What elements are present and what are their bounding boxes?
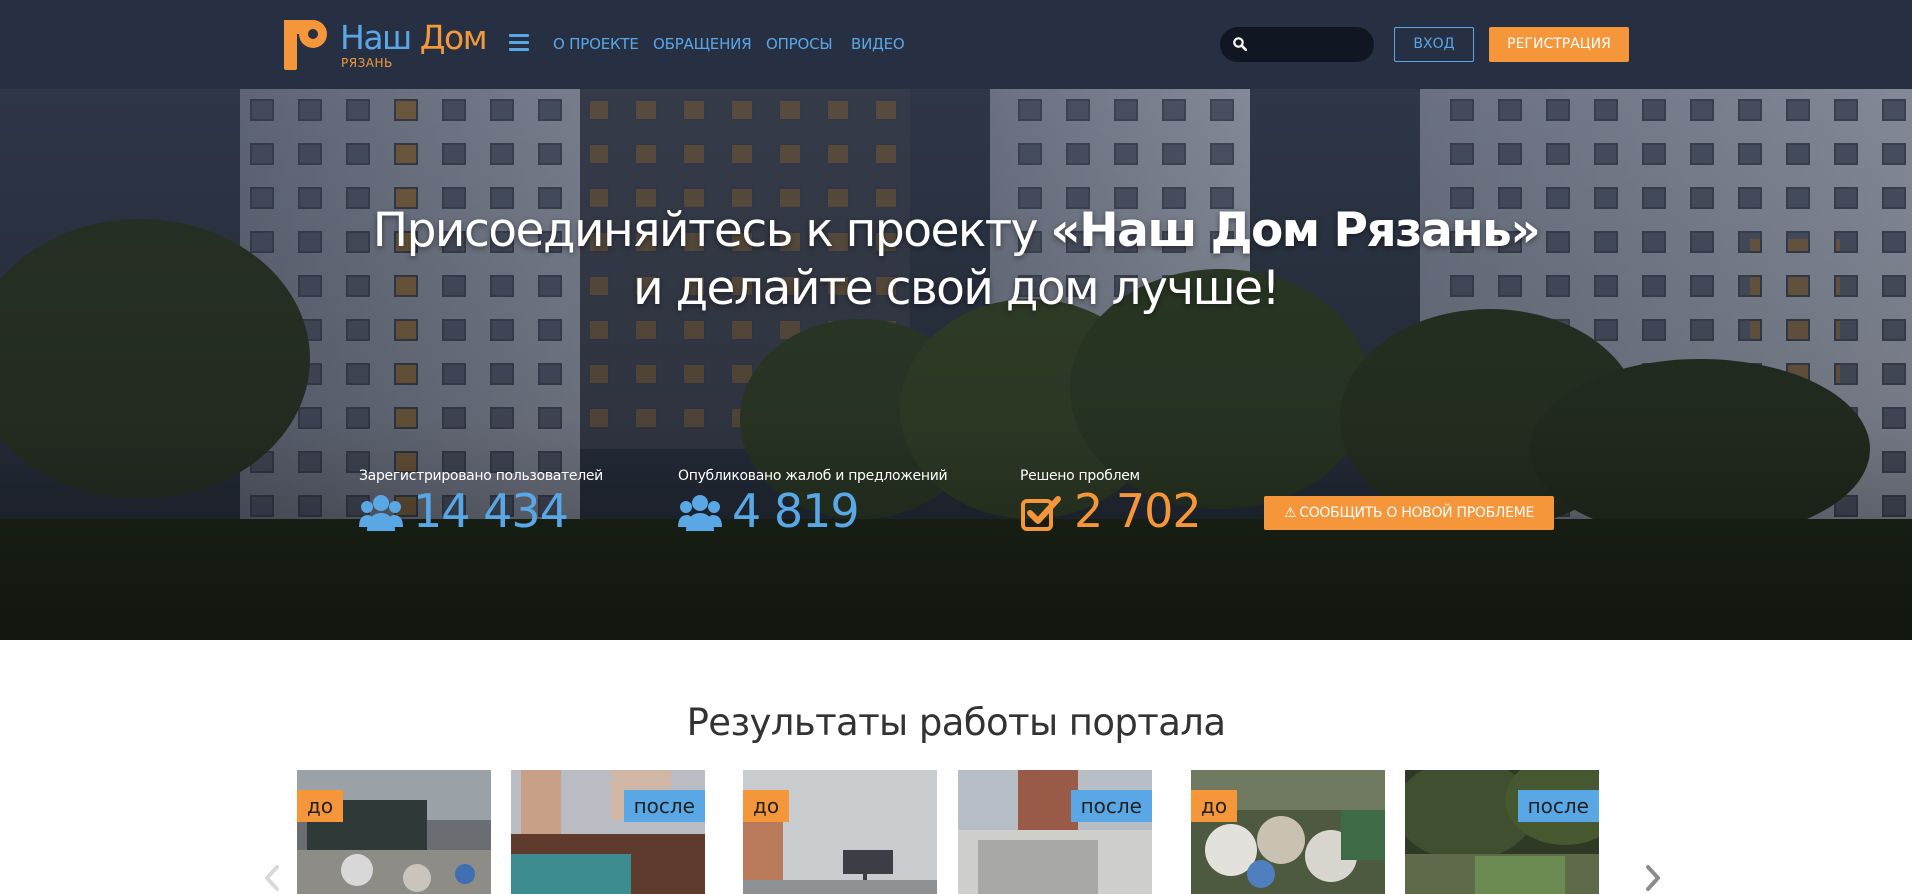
after-badge: после	[1070, 790, 1152, 822]
stat-value: 4 819	[732, 484, 860, 538]
hero-title-prefix: Присоединяйтесь к проекту	[372, 203, 1051, 258]
register-button[interactable]: РЕГИСТРАЦИЯ	[1489, 27, 1629, 62]
logo-city: РЯЗАНЬ	[341, 56, 393, 70]
before-badge: до	[297, 790, 344, 822]
logo-name-part2: Дом	[419, 18, 488, 57]
stat-value: 2 702	[1074, 484, 1202, 538]
result-photo-after[interactable]: после	[511, 770, 705, 894]
before-badge: до	[1191, 790, 1238, 822]
stat-value: 14 434	[413, 484, 569, 538]
search-input[interactable]	[1256, 33, 1364, 56]
photo-image	[511, 770, 705, 894]
photo-image	[743, 770, 937, 894]
users-icon	[678, 495, 722, 531]
check-square-icon	[1021, 496, 1061, 531]
chevron-right-icon[interactable]	[1643, 864, 1663, 892]
results-section-title: Результаты работы портала	[686, 701, 1226, 744]
hero-banner: Присоединяйтесь к проекту «Наш Дом Рязан…	[0, 89, 1912, 640]
chevron-left-icon[interactable]	[262, 864, 282, 892]
result-photo-before[interactable]: до	[743, 770, 937, 894]
login-button[interactable]: ВХОД	[1394, 27, 1474, 62]
logo-name-part1: Наш	[340, 18, 412, 57]
photo-image	[958, 770, 1152, 894]
report-problem-label: СООБЩИТЬ О НОВОЙ ПРОБЛЕМЕ	[1299, 505, 1535, 521]
search-icon[interactable]	[1233, 37, 1247, 51]
photo-image	[1191, 770, 1385, 894]
result-photo-after[interactable]: после	[1405, 770, 1599, 894]
site-logo[interactable]: Наш Дом РЯЗАНЬ	[284, 18, 489, 74]
nav-link-about[interactable]: О ПРОЕКТЕ	[553, 34, 639, 54]
after-badge: после	[623, 790, 705, 822]
top-navbar: Наш Дом РЯЗАНЬ О ПРОЕКТЕ ОБРАЩЕНИЯ ОПРОС…	[0, 0, 1912, 89]
warning-icon: ⚠	[1283, 505, 1297, 521]
hero-title-project-name: «Наш Дом Рязань»	[1050, 203, 1540, 258]
hero-title-line2: и делайте свой дом лучше!	[633, 261, 1280, 316]
hero-background-image	[0, 89, 1912, 640]
hamburger-icon[interactable]	[509, 34, 529, 52]
users-icon	[359, 495, 403, 531]
result-photo-before[interactable]: до	[1191, 770, 1385, 894]
photo-image	[1405, 770, 1599, 894]
results-carousel: до после до после до после	[0, 770, 1912, 894]
result-photo-after[interactable]: после	[958, 770, 1152, 894]
nav-link-appeals[interactable]: ОБРАЩЕНИЯ	[653, 34, 752, 54]
logo-name: Наш Дом	[340, 18, 488, 58]
before-badge: до	[743, 790, 790, 822]
photo-image	[297, 770, 491, 894]
after-badge: после	[1517, 790, 1599, 822]
nav-link-video[interactable]: ВИДЕО	[851, 34, 905, 54]
result-photo-before[interactable]: до	[297, 770, 491, 894]
nav-link-polls[interactable]: ОПРОСЫ	[766, 34, 833, 54]
report-problem-button[interactable]: ⚠ СООБЩИТЬ О НОВОЙ ПРОБЛЕМЕ	[1264, 496, 1554, 530]
logo-mark-icon	[284, 20, 327, 70]
hero-title-line1: Присоединяйтесь к проекту «Наш Дом Рязан…	[0, 202, 1912, 260]
search-box	[1220, 27, 1374, 62]
hero-title: Присоединяйтесь к проекту «Наш Дом Рязан…	[0, 202, 1912, 318]
